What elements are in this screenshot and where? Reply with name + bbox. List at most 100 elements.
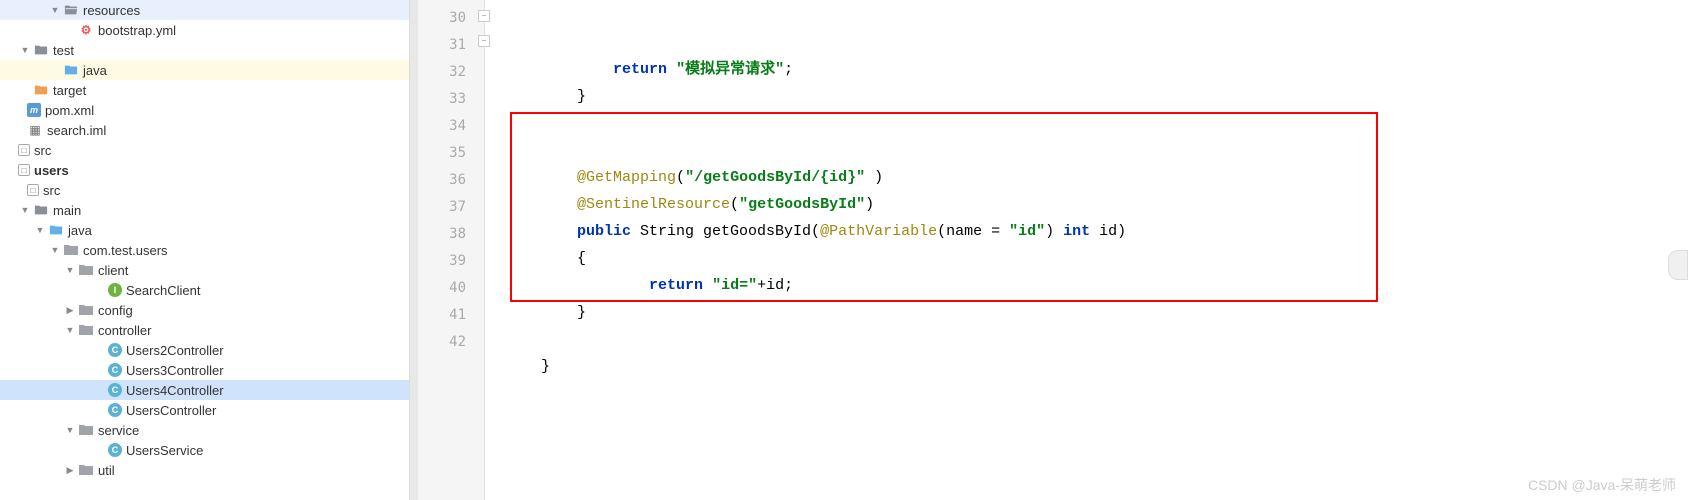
line-number: 34 <box>410 113 484 140</box>
tree-item-bootstrap-yml[interactable]: ⚙bootstrap.yml <box>0 20 409 40</box>
tree-item-java[interactable]: java <box>0 60 409 80</box>
code-line[interactable] <box>485 380 1691 407</box>
tree-item-label: resources <box>83 3 140 18</box>
code-line[interactable]: } <box>485 83 1691 110</box>
code-line[interactable] <box>485 110 1691 137</box>
tree-item-test[interactable]: test <box>0 40 409 60</box>
line-number: 41 <box>410 302 484 329</box>
tree-item-src[interactable]: □ src <box>0 140 409 160</box>
iml-file-icon: ▦ <box>27 122 43 138</box>
folder-icon <box>33 82 49 98</box>
code-line[interactable] <box>485 137 1691 164</box>
line-gutter: − − 30313233343536373839404142 <box>410 0 485 500</box>
tree-item-src[interactable]: □src <box>0 180 409 200</box>
module-icon: □ <box>18 164 30 176</box>
tree-item-label: Users3Controller <box>126 363 224 378</box>
class-icon: C <box>108 443 122 457</box>
tree-item-label: Users4Controller <box>126 383 224 398</box>
folder-icon <box>33 42 49 58</box>
expand-arrow-icon[interactable] <box>49 4 61 16</box>
line-number: 40 <box>410 275 484 302</box>
resize-handle-icon[interactable] <box>1668 250 1688 280</box>
tree-item-label: controller <box>98 323 151 338</box>
expand-arrow-icon[interactable] <box>19 44 31 56</box>
tree-item-usersservice[interactable]: C UsersService <box>0 440 409 460</box>
tree-item-label: util <box>98 463 115 478</box>
tree-item-userscontroller[interactable]: CUsersController <box>0 400 409 420</box>
folder-open-icon <box>63 2 79 18</box>
expand-arrow-icon[interactable] <box>64 324 76 336</box>
tree-item-util[interactable]: util <box>0 460 409 480</box>
code-line[interactable]: return "id="+id; <box>485 272 1691 299</box>
code-line[interactable]: @GetMapping("/getGoodsById/{id}" ) <box>485 164 1691 191</box>
expand-arrow-icon[interactable] <box>49 244 61 256</box>
package-icon <box>78 422 94 438</box>
interface-icon: I <box>108 283 122 297</box>
class-icon: C <box>108 383 122 397</box>
expand-arrow-icon[interactable] <box>64 424 76 436</box>
tree-item-searchclient[interactable]: I SearchClient <box>0 280 409 300</box>
watermark-text: CSDN @Java-呆萌老师 <box>1528 475 1676 495</box>
code-editor: − − 30313233343536373839404142 return "模… <box>410 0 1691 500</box>
tree-item-label: java <box>83 63 107 78</box>
package-icon <box>78 302 94 318</box>
expand-arrow-icon[interactable] <box>64 304 76 316</box>
tree-item-java[interactable]: java <box>0 220 409 240</box>
expand-arrow-icon[interactable] <box>64 264 76 276</box>
tree-item-resources[interactable]: resources <box>0 0 409 20</box>
code-content[interactable]: return "模拟异常请求"; } @GetMapping("/getGood… <box>485 0 1691 500</box>
line-number: 36 <box>410 167 484 194</box>
module-icon: □ <box>18 144 30 156</box>
tree-item-users2controller[interactable]: CUsers2Controller <box>0 340 409 360</box>
tree-item-label: pom.xml <box>45 103 94 118</box>
folder-icon <box>33 202 49 218</box>
tree-item-label: users <box>34 163 69 178</box>
tree-item-label: UsersService <box>126 443 203 458</box>
project-tree[interactable]: resources ⚙bootstrap.ymltest java targetmpo… <box>0 0 410 500</box>
tree-item-label: config <box>98 303 133 318</box>
class-icon: C <box>108 403 122 417</box>
package-icon <box>63 242 79 258</box>
code-line[interactable]: @SentinelResource("getGoodsById") <box>485 191 1691 218</box>
line-number: 31 <box>410 32 484 59</box>
folder-icon <box>48 222 64 238</box>
tree-item-label: com.test.users <box>83 243 168 258</box>
tree-item-pom-xml[interactable]: m pom.xml <box>0 100 409 120</box>
code-line[interactable]: } <box>485 299 1691 326</box>
tree-item-label: service <box>98 423 139 438</box>
tree-item-users[interactable]: □ users <box>0 160 409 180</box>
package-icon <box>78 462 94 478</box>
code-line[interactable]: } <box>485 353 1691 380</box>
line-number: 33 <box>410 86 484 113</box>
tree-item-com-test-users[interactable]: com.test.users <box>0 240 409 260</box>
tree-item-client[interactable]: client <box>0 260 409 280</box>
code-line[interactable]: public String getGoodsById(@PathVariable… <box>485 218 1691 245</box>
line-number: 35 <box>410 140 484 167</box>
tree-item-search-iml[interactable]: ▦ search.iml <box>0 120 409 140</box>
tree-item-controller[interactable]: controller <box>0 320 409 340</box>
expand-arrow-icon[interactable] <box>19 204 31 216</box>
maven-file-icon: m <box>27 103 41 117</box>
tree-item-label: SearchClient <box>126 283 200 298</box>
tree-item-target[interactable]: target <box>0 80 409 100</box>
class-icon: C <box>108 343 122 357</box>
expand-arrow-icon[interactable] <box>34 224 46 236</box>
tree-item-users3controller[interactable]: CUsers3Controller <box>0 360 409 380</box>
tree-item-service[interactable]: service <box>0 420 409 440</box>
tree-item-label: src <box>34 143 51 158</box>
tree-item-users4controller[interactable]: C Users4Controller <box>0 380 409 400</box>
tree-item-label: search.iml <box>47 123 106 138</box>
line-number: 42 <box>410 329 484 356</box>
expand-arrow-icon[interactable] <box>64 464 76 476</box>
line-number: 39 <box>410 248 484 275</box>
code-line[interactable]: return "模拟异常请求"; <box>485 56 1691 83</box>
package-icon <box>78 322 94 338</box>
line-number: 32 <box>410 59 484 86</box>
tree-item-label: target <box>53 83 86 98</box>
line-number: 30 <box>410 5 484 32</box>
code-line[interactable]: { <box>485 245 1691 272</box>
package-icon <box>78 262 94 278</box>
tree-item-config[interactable]: config <box>0 300 409 320</box>
code-line[interactable] <box>485 326 1691 353</box>
tree-item-main[interactable]: main <box>0 200 409 220</box>
